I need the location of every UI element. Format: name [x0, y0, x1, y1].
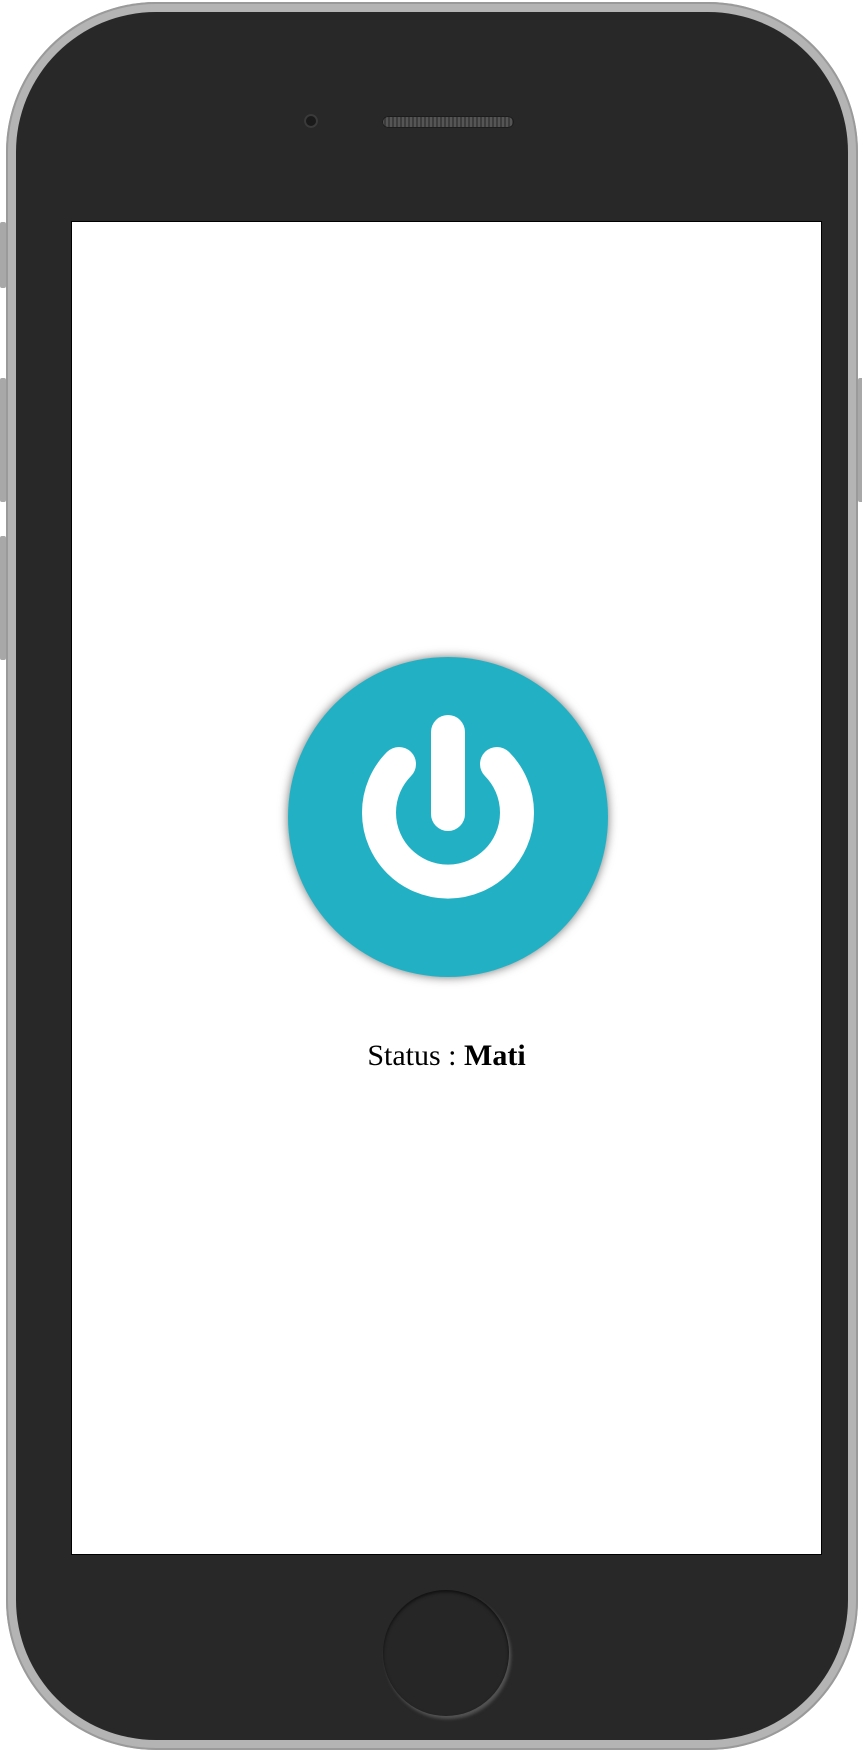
app-screen: Status : Mati [71, 221, 822, 1555]
mute-switch [0, 222, 6, 288]
speaker-grille [382, 116, 514, 128]
status-text: Status : Mati [72, 1039, 821, 1073]
status-value: Mati [464, 1039, 526, 1072]
phone-body: Status : Mati [16, 12, 848, 1740]
volume-down-button [0, 536, 6, 660]
power-icon [362, 715, 534, 899]
front-camera-icon [304, 114, 318, 128]
phone-frame: Status : Mati [0, 2, 862, 1750]
home-button[interactable] [383, 1590, 509, 1716]
sleep-wake-button [858, 378, 862, 502]
status-label: Status : [367, 1039, 465, 1072]
power-toggle-button[interactable] [288, 657, 608, 977]
volume-up-button [0, 378, 6, 502]
